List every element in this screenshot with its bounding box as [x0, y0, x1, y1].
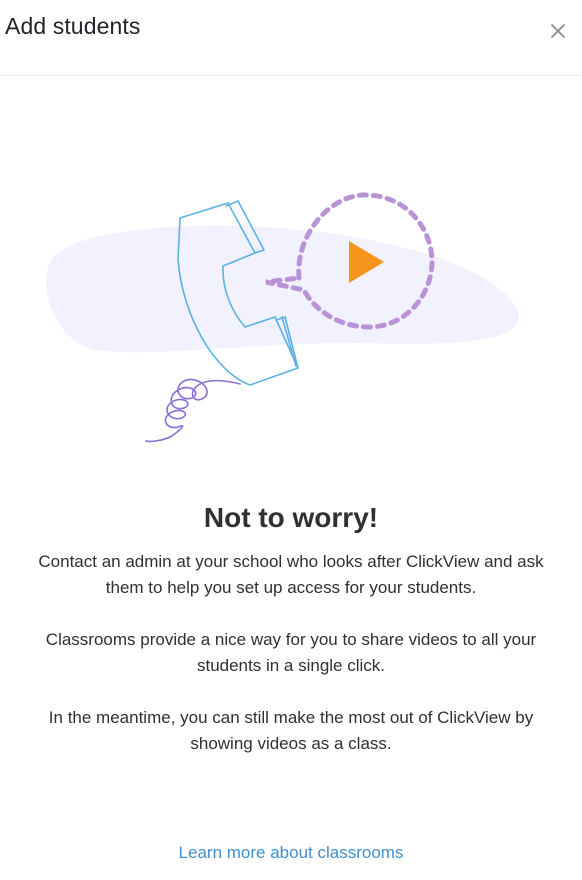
learn-more-classrooms-link[interactable]: Learn more about classrooms [0, 843, 582, 863]
modal-title: Add students [5, 13, 141, 39]
modal-header: Add students [0, 0, 582, 76]
add-students-modal: Add students Not to worry! Contact an ad… [0, 0, 582, 880]
empty-state-illustration [46, 192, 519, 443]
empty-state-heading: Not to worry! [203, 502, 379, 533]
empty-state-paragraph-contact-admin: Contact an admin at your school who look… [38, 552, 544, 597]
close-button[interactable] [546, 19, 570, 43]
close-icon [551, 24, 565, 38]
empty-state-paragraph-meantime: In the meantime, you can still make the … [48, 708, 534, 753]
cord-icon [145, 378, 241, 443]
empty-state-paragraph-classrooms: Classrooms provide a nice way for you to… [45, 630, 537, 675]
